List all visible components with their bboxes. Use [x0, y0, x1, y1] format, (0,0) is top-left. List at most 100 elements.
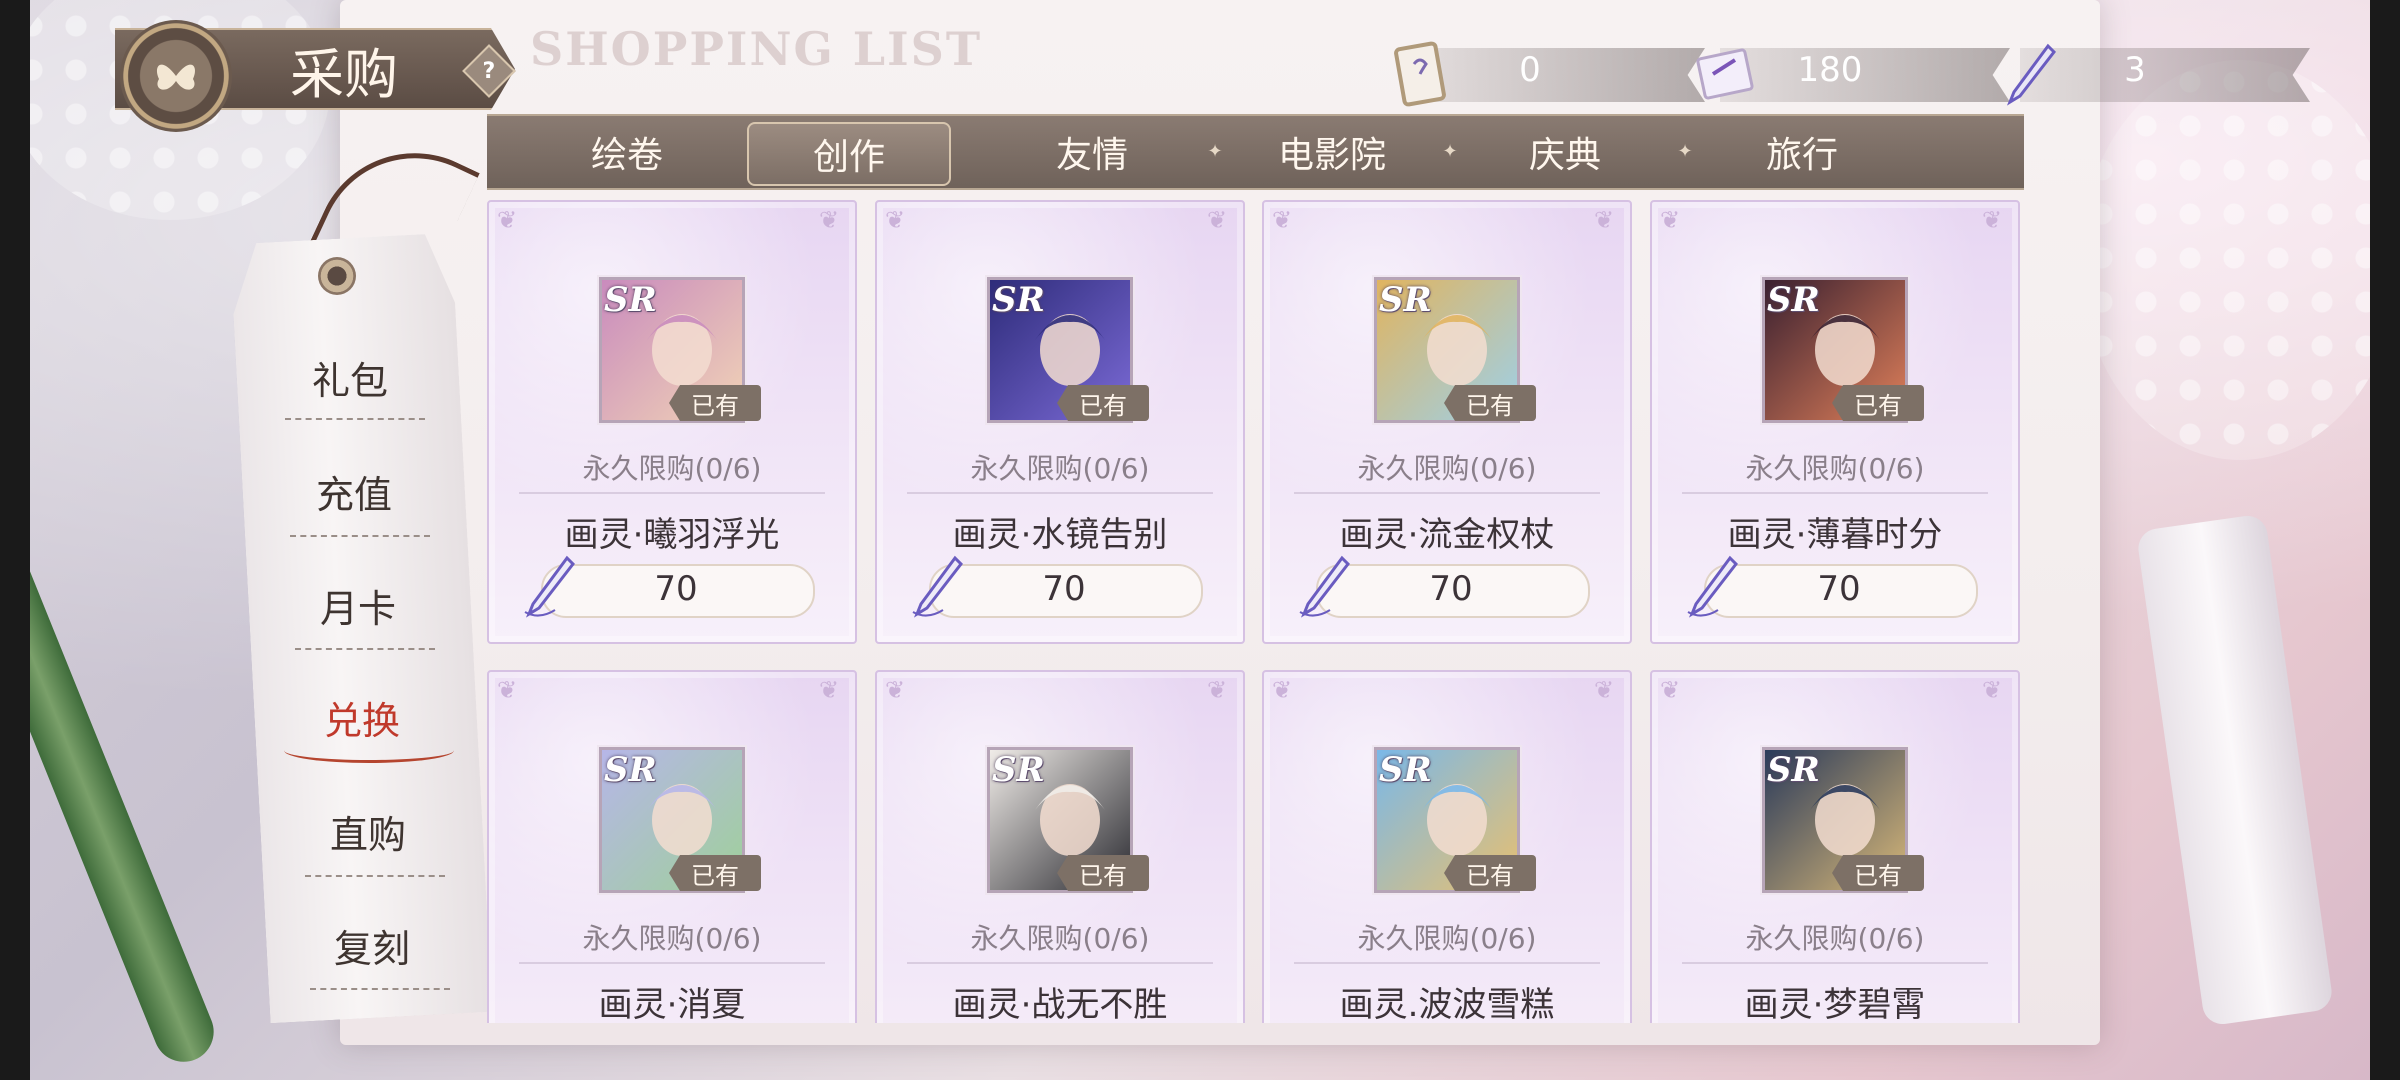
card-divider: [519, 492, 825, 494]
tab-separator-icon: ✦: [1442, 141, 1458, 162]
tab-qingdian[interactable]: 庆典: [1465, 116, 1665, 188]
item-card[interactable]: ❦ ❦ SR 已有 永久限购(0/6) 画灵·战无不胜: [875, 670, 1245, 1023]
corner-flourish-icon: ❦: [1207, 206, 1228, 234]
sidebar-item-exchange[interactable]: 兑换: [262, 690, 462, 745]
question-icon: ?: [482, 58, 496, 84]
rarity-badge: SR: [1767, 750, 1820, 790]
item-price: 70: [1817, 569, 1861, 609]
corner-flourish-icon: ❦: [1660, 206, 1681, 234]
corner-flourish-icon: ❦: [1207, 676, 1228, 704]
item-name: 画灵·梦碧霄: [1744, 985, 1926, 1023]
corner-flourish-icon: ❦: [819, 206, 840, 234]
tab-separator-icon: ✦: [1207, 141, 1223, 162]
item-name: 画灵·水镜告别: [952, 515, 1168, 555]
corner-flourish-icon: ❦: [1272, 206, 1293, 234]
tab-huijuan[interactable]: 绘卷: [527, 116, 727, 188]
owned-badge: 已有: [1444, 385, 1536, 421]
sidebar-item-direct-buy[interactable]: 直购: [268, 804, 468, 859]
corner-flourish-icon: ❦: [1272, 676, 1293, 704]
purchase-limit: 永久限购(0/6): [1357, 452, 1537, 485]
sidebar-divider: [290, 535, 430, 537]
item-name: 画灵·消夏: [598, 985, 746, 1023]
item-card[interactable]: ❦ ❦ SR 已有 永久限购(0/6) 画灵·曦羽浮光 70: [487, 200, 857, 644]
sidebar-item-recharge[interactable]: 充值: [254, 464, 454, 519]
card-divider: [1682, 962, 1988, 964]
corner-flourish-icon: ❦: [497, 676, 518, 704]
rarity-badge: SR: [1379, 280, 1432, 320]
purchase-limit: 永久限购(0/6): [970, 922, 1150, 955]
owned-badge: 已有: [1057, 855, 1149, 891]
owned-badge: 已有: [1832, 385, 1924, 421]
card-divider: [907, 492, 1213, 494]
purchase-limit: 永久限购(0/6): [1357, 922, 1537, 955]
item-card[interactable]: ❦ ❦ SR 已有 永久限购(0/6) 画灵·消夏: [487, 670, 857, 1023]
item-name: 画灵·薄暮时分: [1727, 515, 1943, 555]
item-name: 画灵.波波雪糕: [1339, 985, 1555, 1023]
corner-flourish-icon: ❦: [1982, 676, 2003, 704]
item-card[interactable]: ❦ ❦ SR 已有 永久限购(0/6) 画灵·薄暮时分 70: [1650, 200, 2020, 644]
ribbon-decoration: [30, 529, 223, 1071]
sidebar-item-gift[interactable]: 礼包: [250, 350, 450, 405]
corner-flourish-icon: ❦: [1982, 206, 2003, 234]
item-card[interactable]: ❦ ❦ SR 已有 永久限购(0/6) 画灵.波波雪糕: [1262, 670, 1632, 1023]
purchase-limit: 永久限购(0/6): [970, 452, 1150, 485]
rarity-badge: SR: [1767, 280, 1820, 320]
tab-dianyingyuan[interactable]: 电影院: [1232, 116, 1432, 188]
card-divider: [1294, 962, 1600, 964]
tab-youqing[interactable]: 友情: [992, 116, 1192, 188]
tab-separator-icon: ✦: [1677, 141, 1693, 162]
currency-value-quills: 3: [2124, 50, 2146, 90]
item-price: 70: [1429, 569, 1473, 609]
sidebar-divider: [295, 648, 435, 650]
sidebar-divider: [310, 988, 450, 990]
owned-badge: 已有: [669, 385, 761, 421]
tab-chuangzuo[interactable]: 创作: [747, 122, 951, 186]
corner-flourish-icon: ❦: [885, 676, 906, 704]
rarity-badge: SR: [992, 280, 1045, 320]
card-divider: [1682, 492, 1988, 494]
lace-decoration: [2080, 60, 2370, 460]
active-ornament: [284, 738, 454, 763]
card-divider: [907, 962, 1213, 964]
owned-badge: 已有: [669, 855, 761, 891]
corner-flourish-icon: ❦: [1660, 676, 1681, 704]
item-name: 画灵·战无不胜: [952, 985, 1168, 1023]
item-grid: ❦ ❦ SR 已有 永久限购(0/6) 画灵·曦羽浮光 70 ❦ ❦ SR 已有…: [487, 198, 2024, 1023]
card-divider: [519, 962, 825, 964]
owned-badge: 已有: [1057, 385, 1149, 421]
corner-flourish-icon: ❦: [1594, 676, 1615, 704]
sidebar-divider: [285, 418, 425, 420]
corner-flourish-icon: ❦: [497, 206, 518, 234]
rarity-badge: SR: [1379, 750, 1432, 790]
sidebar-item-monthly-card[interactable]: 月卡: [258, 578, 458, 633]
item-card[interactable]: ❦ ❦ SR 已有 永久限购(0/6) 画灵·梦碧霄: [1650, 670, 2020, 1023]
currency-value-cards: 180: [1797, 50, 1863, 90]
purchase-limit: 永久限购(0/6): [582, 452, 762, 485]
owned-badge: 已有: [1832, 855, 1924, 891]
item-card[interactable]: ❦ ❦ SR 已有 永久限购(0/6) 画灵·流金权杖 70: [1262, 200, 1632, 644]
sidebar-divider: [305, 875, 445, 877]
item-price: 70: [654, 569, 698, 609]
rarity-badge: SR: [604, 750, 657, 790]
rarity-badge: SR: [604, 280, 657, 320]
currency-value-tickets: 0: [1519, 50, 1541, 90]
shopping-list-watermark: SHOPPING LIST: [530, 22, 983, 76]
purchase-limit: 永久限购(0/6): [582, 922, 762, 955]
item-name: 画灵·曦羽浮光: [564, 515, 780, 555]
card-divider: [1294, 492, 1600, 494]
tab-lvxing[interactable]: 旅行: [1702, 116, 1902, 188]
item-name: 画灵·流金权杖: [1339, 515, 1555, 555]
butterfly-emblem-icon: [120, 20, 232, 132]
page-title: 采购: [290, 43, 398, 106]
corner-flourish-icon: ❦: [885, 206, 906, 234]
corner-flourish-icon: ❦: [819, 676, 840, 704]
tag-eyelet: [318, 257, 356, 295]
purchase-limit: 永久限购(0/6): [1745, 452, 1925, 485]
owned-badge: 已有: [1444, 855, 1536, 891]
category-tabs: 绘卷 创作 友情 ✦ 电影院 ✦ 庆典 ✦ 旅行: [487, 114, 2024, 190]
sidebar-item-reprint[interactable]: 复刻: [272, 918, 472, 973]
item-card[interactable]: ❦ ❦ SR 已有 永久限购(0/6) 画灵·水镜告别 70: [875, 200, 1245, 644]
corner-flourish-icon: ❦: [1594, 206, 1615, 234]
rarity-badge: SR: [992, 750, 1045, 790]
paper-scroll-decoration: [2135, 513, 2335, 1027]
